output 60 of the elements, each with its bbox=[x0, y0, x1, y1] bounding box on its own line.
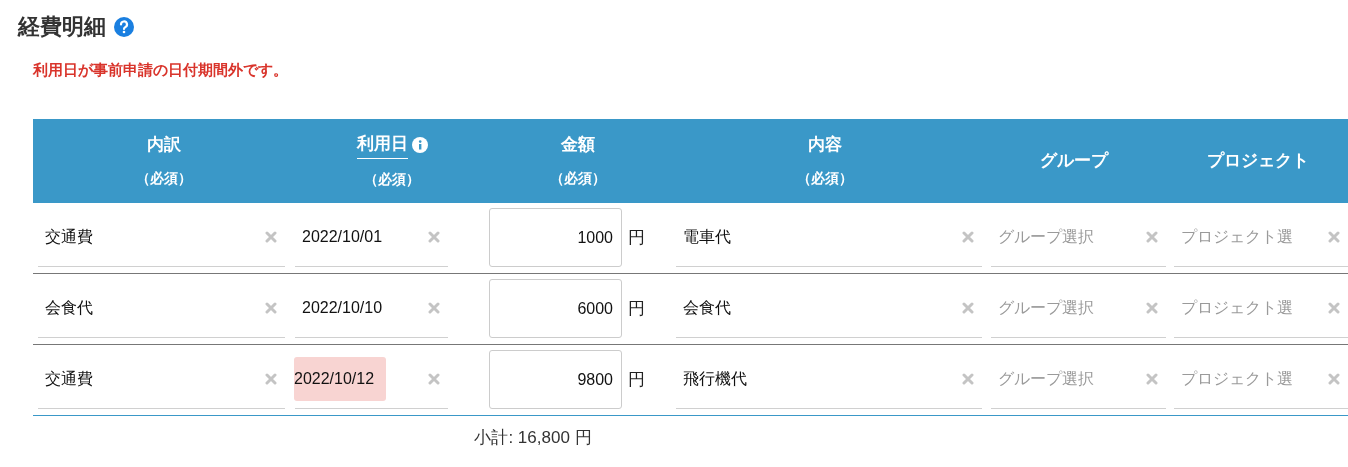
column-header: 内訳 bbox=[147, 134, 181, 157]
clear-icon[interactable] bbox=[1328, 302, 1340, 314]
column-header: 金額 bbox=[561, 134, 595, 157]
subtotal-text: 小計: 16,800 円 bbox=[474, 426, 592, 449]
section-title: 経費明細 bbox=[18, 13, 106, 41]
select-field[interactable]: 交通費 bbox=[38, 350, 285, 409]
required-note: （必須） bbox=[550, 168, 606, 188]
placeholder-text: プロジェクト選 bbox=[1180, 227, 1293, 247]
field-value: 2022/10/12 bbox=[294, 357, 387, 401]
info-icon[interactable] bbox=[411, 137, 428, 153]
clear-icon[interactable] bbox=[1146, 231, 1158, 243]
amount-field[interactable]: 1000 bbox=[489, 208, 622, 267]
required-note: （必須） bbox=[796, 168, 853, 188]
field-value: 会食代 bbox=[682, 298, 731, 318]
select-field[interactable]: 2022/10/01 bbox=[295, 208, 448, 267]
clear-icon[interactable] bbox=[265, 231, 277, 243]
column-header: プロジェクト bbox=[1206, 149, 1309, 172]
clear-icon[interactable] bbox=[428, 302, 440, 314]
select-field[interactable]: 電車代 bbox=[676, 208, 982, 267]
column-header: グループ bbox=[1040, 149, 1108, 172]
help-icon[interactable] bbox=[114, 16, 134, 37]
clear-icon[interactable] bbox=[265, 302, 277, 314]
currency-unit: 円 bbox=[628, 368, 645, 391]
select-field[interactable]: 2022/10/12 bbox=[295, 350, 448, 409]
amount-field[interactable]: 9800 bbox=[489, 350, 622, 409]
field-value: 会食代 bbox=[44, 298, 93, 318]
column-header: 内容 bbox=[807, 134, 842, 157]
clear-icon[interactable] bbox=[265, 373, 277, 385]
placeholder-text: プロジェクト選 bbox=[1180, 369, 1293, 389]
select-field[interactable]: 飛行機代 bbox=[676, 350, 982, 409]
field-value: 交通費 bbox=[44, 369, 93, 389]
clear-icon[interactable] bbox=[1328, 231, 1340, 243]
select-field[interactable]: 会食代 bbox=[38, 279, 285, 338]
currency-unit: 円 bbox=[628, 226, 645, 249]
field-value: 飛行機代 bbox=[682, 369, 747, 389]
amount-field[interactable]: 6000 bbox=[489, 279, 622, 338]
field-value: 2022/10/10 bbox=[301, 298, 383, 318]
field-value: 電車代 bbox=[682, 227, 731, 247]
column-header: 利用日 bbox=[356, 131, 408, 159]
clear-icon[interactable] bbox=[428, 231, 440, 243]
clear-icon[interactable] bbox=[962, 231, 974, 243]
error-message: 利用日が事前申請の日付期間外です。 bbox=[32, 60, 289, 80]
clear-icon[interactable] bbox=[962, 302, 974, 314]
placeholder-text: プロジェクト選 bbox=[1180, 298, 1293, 318]
clear-icon[interactable] bbox=[962, 373, 974, 385]
field-value: 交通費 bbox=[44, 227, 93, 247]
required-note: （必須） bbox=[136, 168, 192, 188]
required-note: （必須） bbox=[364, 169, 420, 189]
select-field[interactable]: 2022/10/10 bbox=[295, 279, 448, 338]
clear-icon[interactable] bbox=[1146, 373, 1158, 385]
placeholder-text: グループ選択 bbox=[997, 298, 1094, 318]
select-field[interactable]: 交通費 bbox=[38, 208, 285, 267]
select-field[interactable]: 会食代 bbox=[676, 279, 982, 338]
currency-unit: 円 bbox=[628, 297, 645, 320]
clear-icon[interactable] bbox=[428, 373, 440, 385]
placeholder-text: グループ選択 bbox=[997, 227, 1094, 247]
placeholder-text: グループ選択 bbox=[997, 369, 1094, 389]
clear-icon[interactable] bbox=[1146, 302, 1158, 314]
clear-icon[interactable] bbox=[1328, 373, 1340, 385]
field-value: 2022/10/01 bbox=[301, 227, 383, 247]
